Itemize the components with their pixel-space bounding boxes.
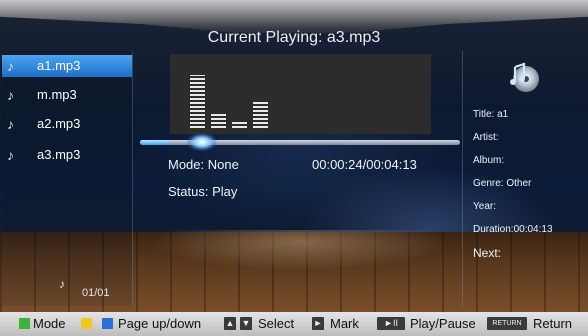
playlist-item-label: a1.mp3 xyxy=(37,58,81,73)
equalizer-bar xyxy=(211,114,226,128)
info-artist: Artist: xyxy=(473,132,499,143)
progress-fill xyxy=(140,140,171,145)
return-hint: Return xyxy=(533,316,573,331)
time-text: 00:00:24/00:04:13 xyxy=(312,157,417,172)
info-genre: Genre: Other xyxy=(473,178,532,189)
playlist-item[interactable]: ♪ a3.mp3 xyxy=(2,144,132,166)
music-note-icon: ♪ xyxy=(7,87,14,103)
playlist-item[interactable]: ♪ m.mp3 xyxy=(2,84,132,106)
playback-progress-bar[interactable] xyxy=(140,133,460,151)
music-disc-icon xyxy=(510,62,539,92)
green-key-icon xyxy=(19,318,30,329)
yellow-key-icon xyxy=(81,318,92,329)
playlist-item[interactable]: ♪ a2.mp3 xyxy=(2,113,132,135)
equalizer-bar xyxy=(232,120,247,128)
down-arrow-icon: ▼ xyxy=(240,317,252,330)
playlist-item-label: a2.mp3 xyxy=(37,116,81,131)
playlist-item[interactable]: ♪ a1.mp3 xyxy=(2,55,132,77)
help-bar: Mode Page up/down ▲ ▼ Select ► Mark ►II … xyxy=(0,312,588,336)
music-note-icon: ♪ xyxy=(59,277,65,291)
info-year: Year: xyxy=(473,201,496,212)
floor-glow xyxy=(150,230,450,270)
play-pause-icon: ►II xyxy=(377,317,405,330)
progress-knob[interactable] xyxy=(187,133,218,151)
mode-hint: Mode xyxy=(33,316,66,331)
now-playing-title: Current Playing: a3.mp3 xyxy=(207,29,381,46)
info-next: Next: xyxy=(473,246,502,260)
music-note-icon: ♪ xyxy=(7,58,14,74)
info-duration: Duration:00:04:13 xyxy=(473,224,553,235)
return-key-icon: RETURN xyxy=(487,317,527,330)
playlist-panel: ♪ a1.mp3 ♪ m.mp3 ♪ a2.mp3 ♪ a3.mp3 xyxy=(2,51,133,306)
status-text: Status: Play xyxy=(168,184,238,199)
page-hint: Page up/down xyxy=(118,316,202,331)
mode-text: Mode: None xyxy=(168,157,239,172)
up-arrow-icon: ▲ xyxy=(224,317,236,330)
select-hint: Select xyxy=(258,316,295,331)
music-note-icon: ♪ xyxy=(7,116,14,132)
play-arrow-icon: ► xyxy=(312,317,324,330)
info-album: Album: xyxy=(473,155,505,166)
playlist-item-label: m.mp3 xyxy=(37,87,77,102)
equalizer-bar xyxy=(190,75,205,128)
blue-key-icon xyxy=(102,318,113,329)
page-number: 01/01 xyxy=(82,287,110,299)
track-info-panel: Title: a1 Artist: Album: Genre: Other Ye… xyxy=(462,51,587,306)
playpause-hint: Play/Pause xyxy=(410,316,476,331)
info-title: Title: a1 xyxy=(473,109,509,120)
playlist-item-label: a3.mp3 xyxy=(37,147,81,162)
equalizer-bar xyxy=(253,102,268,128)
music-note-icon: ♪ xyxy=(7,147,14,163)
equalizer-visualizer xyxy=(170,54,431,134)
mark-hint: Mark xyxy=(330,316,359,331)
